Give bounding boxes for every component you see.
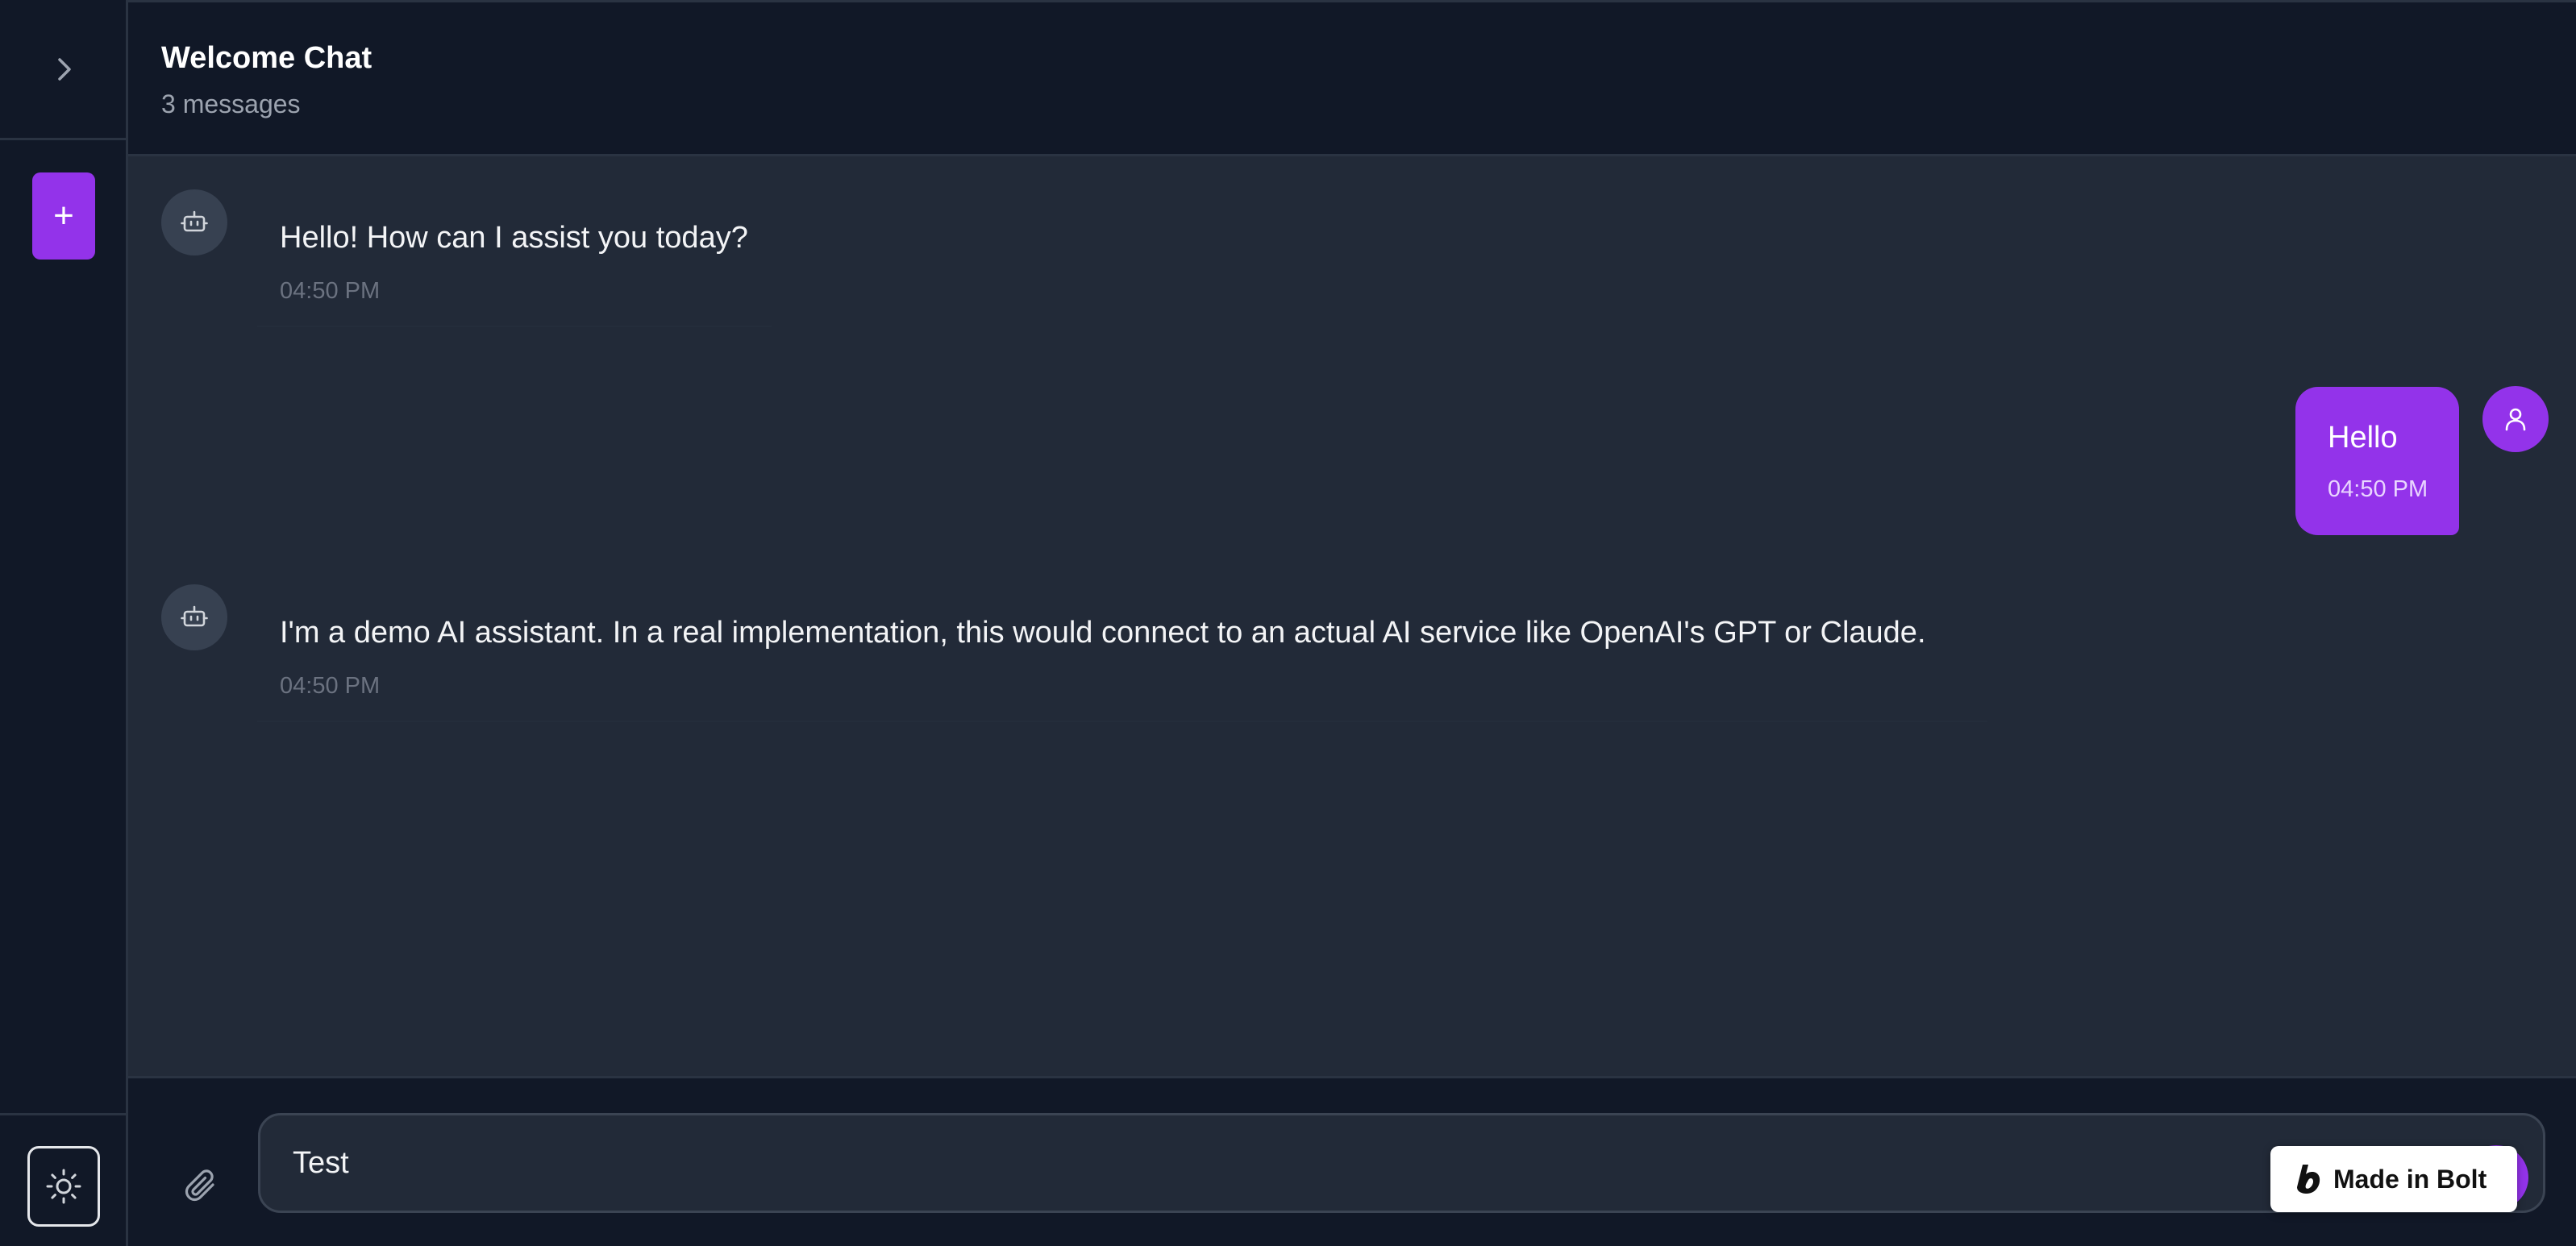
chat-title: Welcome Chat: [161, 41, 372, 75]
message-timestamp: 04:50 PM: [280, 278, 381, 304]
sidebar-footer: [0, 1113, 126, 1246]
assistant-message: I'm a demo AI assistant. In a real imple…: [257, 616, 1987, 722]
bot-icon: [181, 605, 208, 627]
bot-icon: [181, 210, 208, 232]
attach-file-button[interactable]: [174, 1159, 231, 1215]
message-text: Hello: [2328, 421, 2398, 455]
badge-label: Made in Bolt: [2333, 1164, 2487, 1194]
made-in-bolt-badge[interactable]: Made in Bolt: [2270, 1146, 2517, 1212]
message-divider: [257, 326, 772, 327]
message-list: Hello! How can I assist you today? 04:50…: [128, 156, 2576, 1076]
message-text: I'm a demo AI assistant. In a real imple…: [280, 616, 1926, 650]
user-message: Hello 04:50 PM: [2295, 387, 2459, 535]
message-count: 3 messages: [161, 89, 301, 118]
message-timestamp: 04:50 PM: [280, 673, 381, 699]
message-timestamp: 04:50 PM: [2328, 476, 2428, 502]
chat-header: Welcome Chat 3 messages: [128, 0, 2576, 156]
user-avatar: [2482, 386, 2549, 452]
composer: [128, 1076, 2576, 1246]
sidebar: +: [0, 0, 128, 1246]
chevron-right-icon: [58, 58, 71, 81]
paperclip-icon: [185, 1169, 214, 1202]
theme-toggle-button[interactable]: [27, 1146, 100, 1227]
bot-avatar: [161, 189, 227, 255]
bot-avatar: [161, 584, 227, 650]
message-input[interactable]: [258, 1113, 2545, 1213]
sun-icon: [46, 1169, 81, 1204]
sidebar-header: [0, 0, 126, 140]
user-icon: [2505, 408, 2526, 431]
message-divider: [257, 721, 1987, 722]
expand-sidebar-button[interactable]: [45, 50, 84, 89]
assistant-message: Hello! How can I assist you today? 04:50…: [257, 221, 772, 327]
chat-app: + Welcome Chat 3 messages Hello! How can…: [0, 0, 2576, 1246]
new-chat-button[interactable]: +: [32, 172, 95, 260]
message-text: Hello! How can I assist you today?: [280, 221, 748, 255]
bolt-logo: [2297, 1165, 2320, 1194]
